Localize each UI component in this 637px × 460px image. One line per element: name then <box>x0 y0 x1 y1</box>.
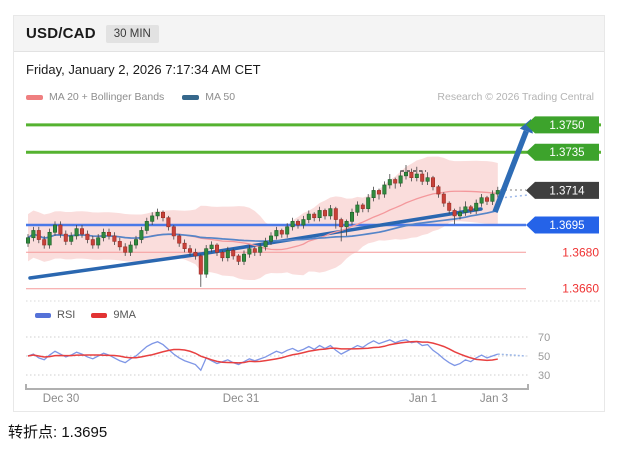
svg-text:Dec 31: Dec 31 <box>223 393 259 405</box>
svg-text:1.3750: 1.3750 <box>549 120 584 132</box>
svg-text:Jan 1: Jan 1 <box>409 393 437 405</box>
svg-text:1.3660: 1.3660 <box>562 282 599 296</box>
svg-text:1.3714: 1.3714 <box>549 185 585 197</box>
legend-ma20: MA 20 + Bollinger Bands <box>26 91 164 103</box>
svg-text:1.3695: 1.3695 <box>549 220 584 232</box>
svg-text:1.3735: 1.3735 <box>549 147 584 159</box>
svg-text:50: 50 <box>538 351 550 363</box>
ma20-bollinger-swatch-icon <box>26 95 43 100</box>
legend-ma50: MA 50 <box>182 91 235 103</box>
legend-row: MA 20 + Bollinger Bands MA 50 Research ©… <box>26 91 594 103</box>
legend-rsi-label: RSI <box>57 309 75 321</box>
symbol-title: USD/CAD <box>26 25 96 42</box>
legend-ma50-label: MA 50 <box>205 91 235 103</box>
legend-ma20-label: MA 20 + Bollinger Bands <box>49 91 164 103</box>
pivot-note: 转折点: 1.3695 <box>8 421 107 442</box>
legend-9ma: 9MA <box>91 309 136 321</box>
chart-card: USD/CAD 30 MIN Friday, January 2, 2026 7… <box>13 15 605 412</box>
ma50-swatch-icon <box>182 95 199 100</box>
svg-text:30: 30 <box>538 370 550 382</box>
legend-9ma-label: 9MA <box>113 309 136 321</box>
svg-text:70: 70 <box>538 332 550 344</box>
research-credit: Research © 2026 Trading Central <box>437 91 594 103</box>
svg-text:Dec 30: Dec 30 <box>43 393 79 405</box>
chart-header: USD/CAD 30 MIN <box>14 16 604 52</box>
date-line: Friday, January 2, 2026 7:17:34 AM CET <box>26 62 261 77</box>
svg-text:Jan 3: Jan 3 <box>480 393 508 405</box>
svg-text:1.3680: 1.3680 <box>562 245 599 259</box>
legend-rsi: RSI <box>35 309 75 321</box>
rsi-9ma-swatch-icon <box>91 313 107 318</box>
rsi-legend: RSI 9MA <box>35 309 136 321</box>
timeframe-badge: 30 MIN <box>106 25 159 43</box>
rsi-swatch-icon <box>35 313 51 318</box>
